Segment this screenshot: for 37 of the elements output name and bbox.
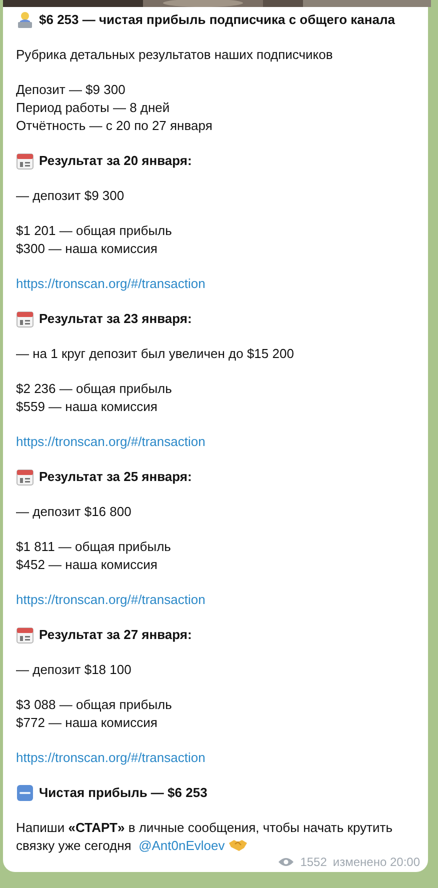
calendar-icon — [16, 152, 34, 170]
commission-line: $452 — наша комиссия — [16, 556, 158, 574]
call-to-action: Напиши «СТАРТ» в личные сообщения, чтобы начать крутить связку уже сегодня @Ant0nEvloev — [16, 819, 394, 855]
commission-line: $772 — наша комиссия — [16, 714, 158, 732]
edited-time: изменено 20:00 — [332, 855, 420, 869]
transaction-link[interactable]: https://tronscan.org/#/transaction — [16, 750, 206, 765]
view-count: 1552 — [300, 855, 327, 869]
profit-line: $1 811 — общая прибыль — [16, 538, 172, 556]
deposit-line: — депозит $16 800 — [16, 503, 132, 521]
summary-line: Отчётность — с 20 по 27 января — [16, 117, 214, 135]
message-title: $6 253 — чистая прибыль подписчика с общего канала — [39, 11, 395, 29]
handshake-icon — [228, 838, 248, 852]
transaction-link[interactable]: https://tronscan.org/#/transaction — [16, 592, 206, 607]
profit-line: $2 236 — общая прибыль — [16, 380, 173, 398]
message-subtitle: Рубрика детальных результатов наших подписчиков — [16, 46, 334, 64]
profit-line: $3 088 — общая прибыль — [16, 696, 173, 714]
result-heading: Результат за 20 января: — [39, 152, 192, 170]
profit-line: $1 201 — общая прибыль — [16, 222, 173, 240]
calendar-icon — [16, 626, 34, 644]
commission-line: $300 — наша комиссия — [16, 240, 158, 258]
summary-line: Период работы — 8 дней — [16, 99, 171, 117]
commission-line: $559 — наша комиссия — [16, 398, 158, 416]
eye-icon — [278, 857, 294, 867]
calendar-icon — [16, 310, 34, 328]
transaction-link[interactable]: https://tronscan.org/#/transaction — [16, 434, 206, 449]
deposit-line: — депозит $9 300 — [16, 187, 126, 205]
result-heading: Результат за 25 января: — [39, 468, 192, 486]
mention-link[interactable]: @Ant0nEvloev — [138, 838, 225, 853]
total-profit: Чистая прибыль — $6 253 — [39, 784, 208, 802]
person-laptop-icon — [16, 11, 34, 29]
calendar-icon — [16, 468, 34, 486]
summary-line: Депозит — $9 300 — [16, 81, 126, 99]
result-heading: Результат за 27 января: — [39, 626, 192, 644]
deposit-line: — на 1 круг депозит был увеличен до $15 200 — [16, 345, 295, 363]
result-heading: Результат за 23 января: — [39, 310, 192, 328]
transaction-link[interactable]: https://tronscan.org/#/transaction — [16, 276, 206, 291]
deposit-line: — депозит $18 100 — [16, 661, 132, 679]
